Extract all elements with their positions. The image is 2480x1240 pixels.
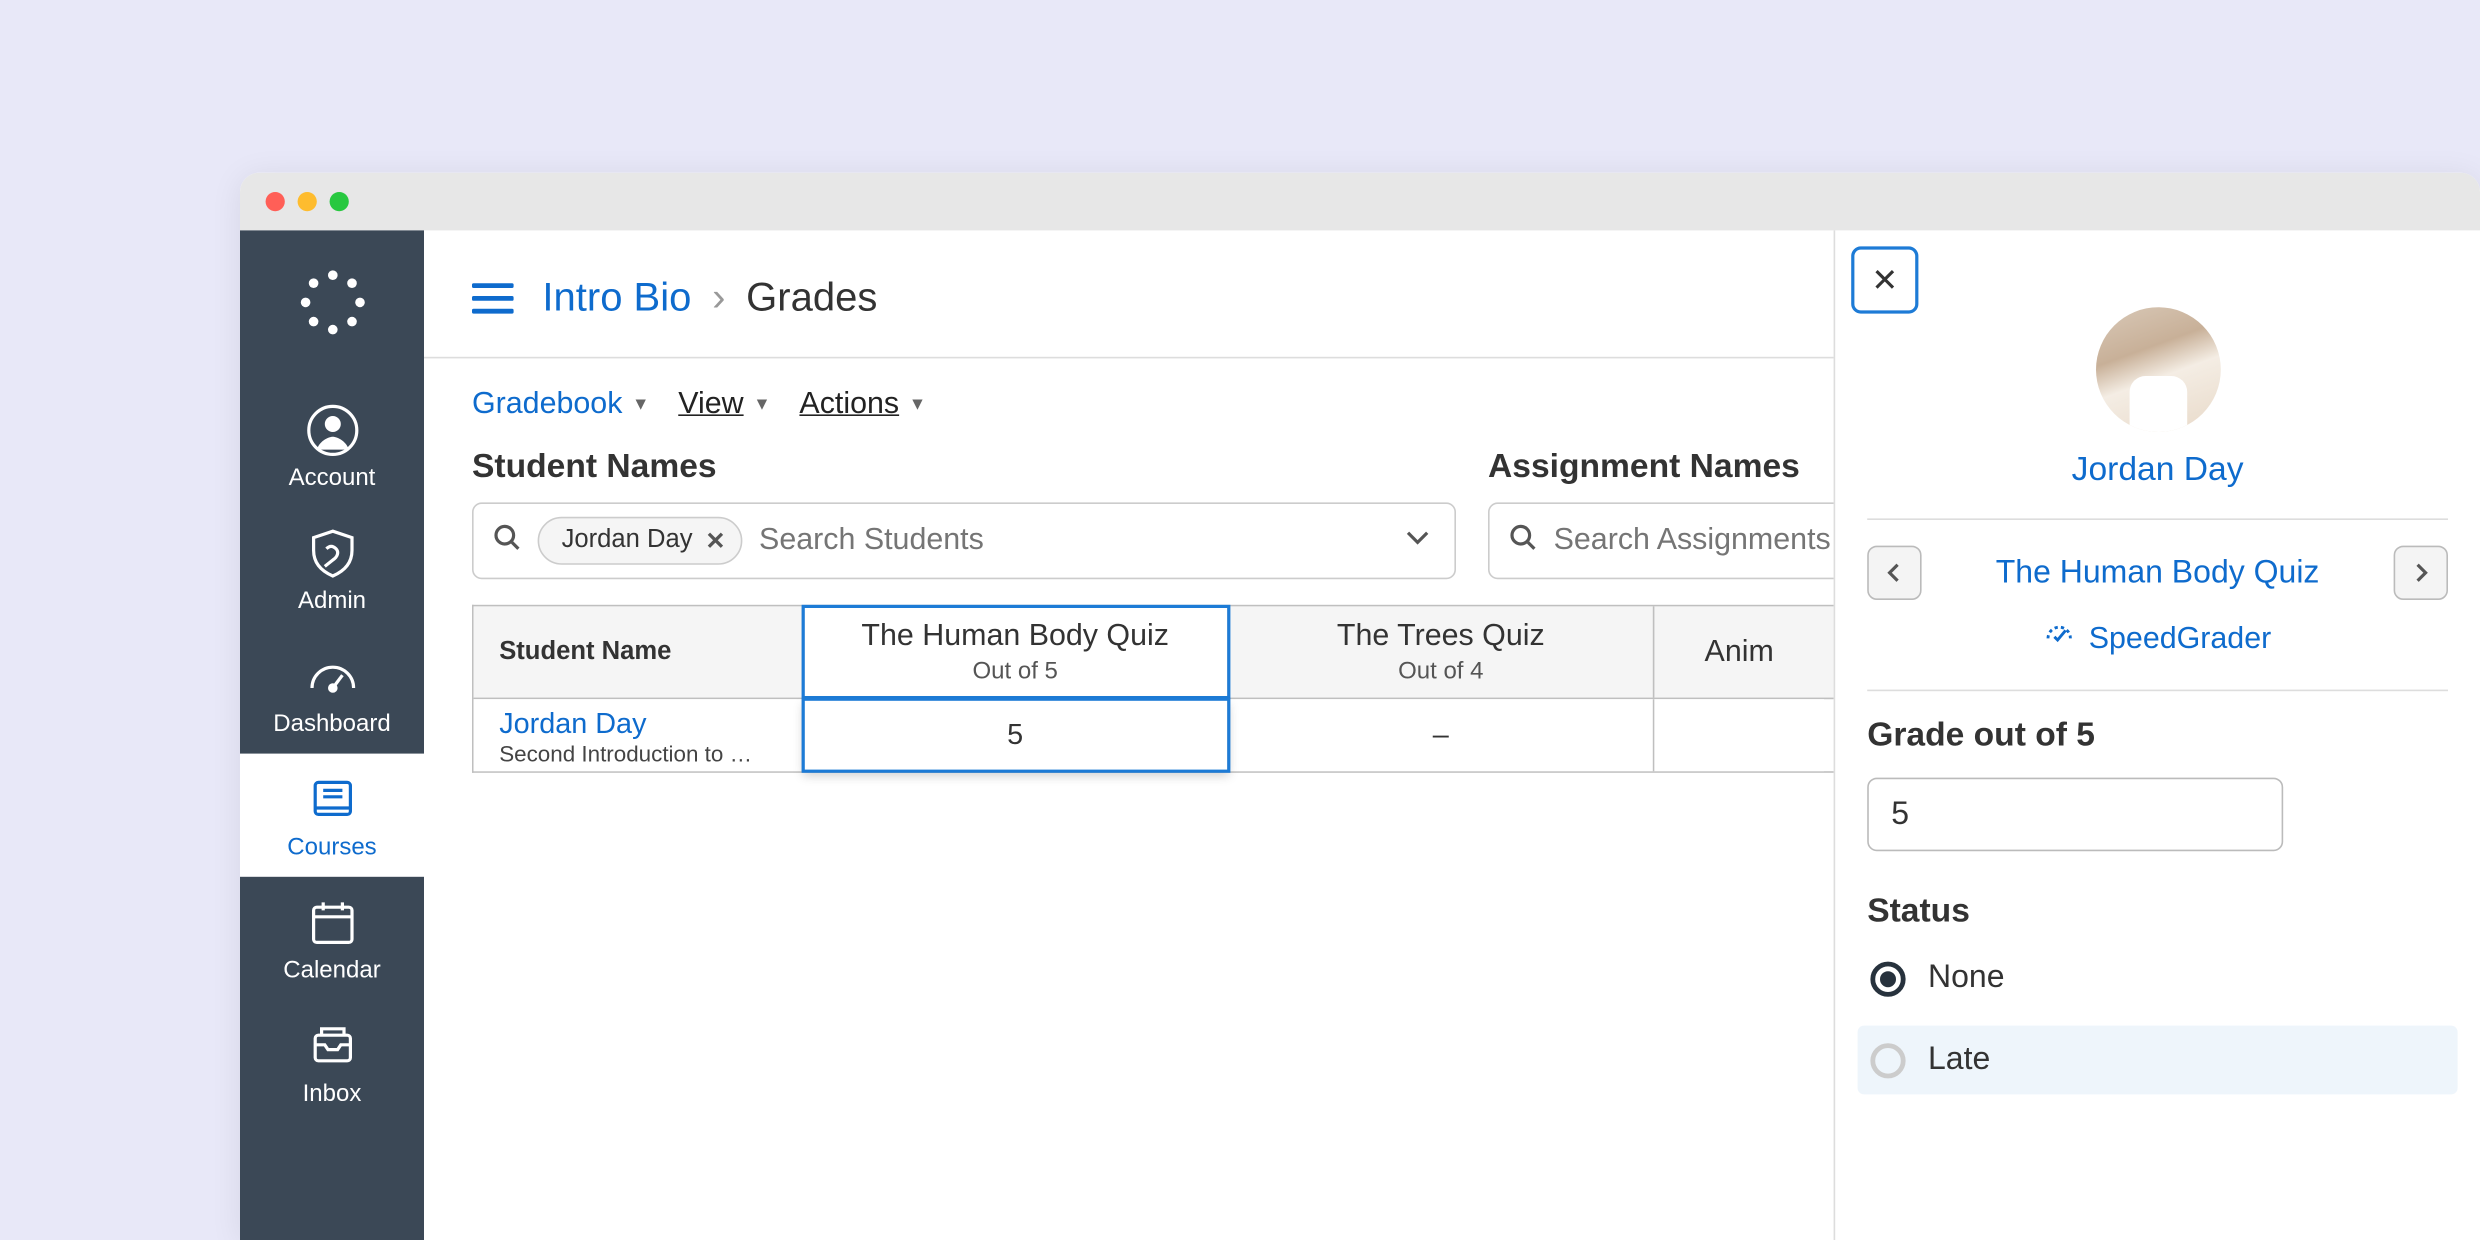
- nav-account-label: Account: [289, 464, 376, 491]
- grade-detail-panel: ✕ Jordan Day The Human Body Quiz SpeedGr…: [1834, 230, 2480, 1240]
- caret-down-icon: ▼: [753, 395, 770, 414]
- search-icon: [493, 522, 522, 559]
- column-header-assignment-1[interactable]: The Human Body Quiz Out of 5: [803, 606, 1229, 697]
- close-icon: ✕: [1871, 260, 1898, 300]
- student-avatar: [2095, 307, 2220, 432]
- close-panel-button[interactable]: ✕: [1851, 246, 1918, 313]
- courses-icon: [305, 773, 359, 827]
- nav-inbox-label: Inbox: [303, 1080, 362, 1107]
- status-none-radio[interactable]: None: [1867, 954, 2448, 1004]
- nav-courses-label: Courses: [287, 834, 376, 861]
- window-close-icon[interactable]: [266, 192, 285, 211]
- breadcrumb-course-link[interactable]: Intro Bio: [542, 275, 691, 320]
- nav-inbox[interactable]: Inbox: [240, 1000, 424, 1123]
- inbox-icon: [305, 1019, 359, 1073]
- student-section: Second Introduction to …: [499, 741, 785, 763]
- nav-dashboard[interactable]: Dashboard: [240, 630, 424, 753]
- actions-dropdown[interactable]: Actions▼: [799, 387, 926, 422]
- grade-cell-3[interactable]: [1654, 699, 1824, 771]
- nav-dashboard-label: Dashboard: [273, 710, 390, 737]
- chevron-down-icon[interactable]: [1403, 522, 1432, 559]
- main-content: Intro Bio › Grades Gradebook▼ View▼ Acti…: [424, 230, 2480, 1240]
- panel-assignment-link[interactable]: The Human Body Quiz: [1996, 554, 2320, 591]
- next-assignment-button[interactable]: [2394, 546, 2448, 600]
- nav-calendar[interactable]: Calendar: [240, 877, 424, 1000]
- nav-courses[interactable]: Courses: [240, 754, 424, 877]
- caret-down-icon: ▼: [632, 395, 649, 414]
- account-icon: [305, 403, 359, 457]
- toggle-course-nav-button[interactable]: [472, 283, 514, 313]
- student-search-box[interactable]: Jordan Day✕: [472, 502, 1456, 579]
- global-nav-sidebar: Account Admin Dashboard Courses Calendar: [240, 230, 424, 1240]
- grade-cell-2[interactable]: –: [1229, 699, 1655, 771]
- prev-assignment-button[interactable]: [1867, 546, 1921, 600]
- status-late-radio[interactable]: Late: [1858, 1026, 2458, 1095]
- student-name-cell[interactable]: Jordan Day Second Introduction to …: [474, 699, 804, 771]
- column-header-student[interactable]: Student Name: [474, 606, 804, 697]
- radio-icon: [1870, 961, 1905, 996]
- student-search-input[interactable]: [759, 523, 1435, 558]
- remove-chip-icon[interactable]: ✕: [705, 526, 725, 555]
- window-titlebar: [240, 173, 2480, 231]
- panel-student-name[interactable]: Jordan Day: [1867, 451, 2448, 489]
- search-icon: [1509, 522, 1538, 559]
- chevron-right-icon: ›: [712, 275, 725, 320]
- app-window: Account Admin Dashboard Courses Calendar: [240, 173, 2480, 1240]
- radio-icon: [1870, 1042, 1905, 1077]
- status-label: Status: [1867, 893, 2448, 931]
- gradebook-dropdown[interactable]: Gradebook▼: [472, 387, 649, 422]
- window-zoom-icon[interactable]: [330, 192, 349, 211]
- calendar-icon: [305, 896, 359, 950]
- student-filter-label: Student Names: [472, 448, 1456, 486]
- app-logo-icon[interactable]: [295, 266, 369, 340]
- nav-account[interactable]: Account: [240, 384, 424, 507]
- breadcrumb-current: Grades: [746, 275, 877, 320]
- divider: [1867, 690, 2448, 692]
- student-filter-chip[interactable]: Jordan Day✕: [538, 517, 743, 565]
- nav-admin[interactable]: Admin: [240, 507, 424, 630]
- nav-admin-label: Admin: [298, 587, 366, 614]
- divider: [1867, 518, 2448, 520]
- speedgrader-link[interactable]: SpeedGrader: [1867, 619, 2448, 661]
- assignment-nav: The Human Body Quiz: [1867, 546, 2448, 600]
- admin-icon: [305, 526, 359, 580]
- dashboard-icon: [305, 650, 359, 704]
- grade-input[interactable]: [1867, 778, 2283, 852]
- caret-down-icon: ▼: [909, 395, 926, 414]
- nav-calendar-label: Calendar: [283, 957, 380, 984]
- speedgrader-icon: [2044, 619, 2076, 661]
- grade-input-label: Grade out of 5: [1867, 717, 2448, 755]
- grade-cell-1[interactable]: 5: [803, 699, 1229, 771]
- view-dropdown[interactable]: View▼: [678, 387, 770, 422]
- column-header-assignment-2[interactable]: The Trees Quiz Out of 4: [1229, 606, 1655, 697]
- student-link[interactable]: Jordan Day: [499, 707, 646, 741]
- window-minimize-icon[interactable]: [298, 192, 317, 211]
- column-header-assignment-3[interactable]: Anim: [1654, 606, 1824, 697]
- breadcrumb: Intro Bio › Grades: [542, 275, 877, 321]
